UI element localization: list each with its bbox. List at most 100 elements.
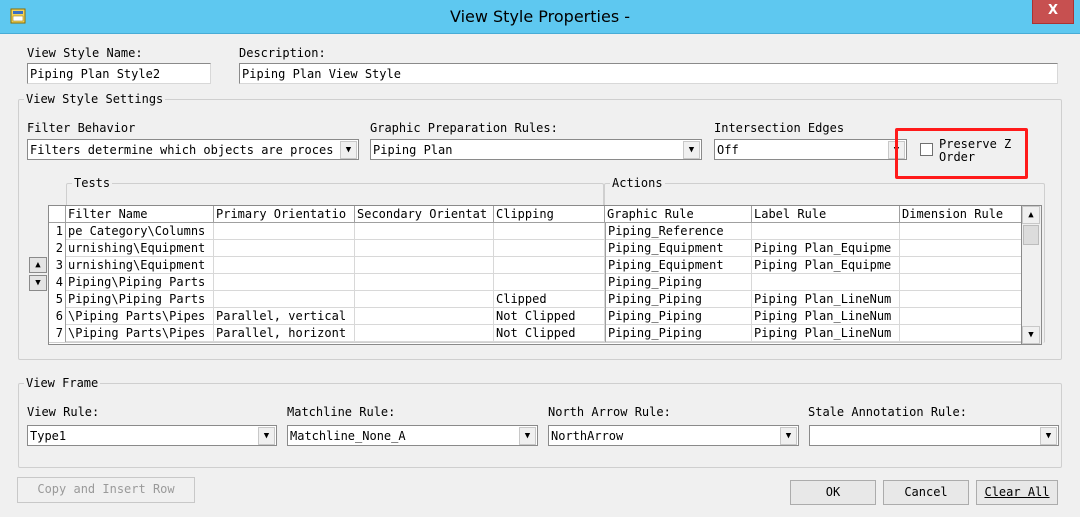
table-row[interactable]: 7 \Piping Parts\Pipes Parallel, horizont No… — [49, 325, 1021, 342]
cell-dimension-rule[interactable] — [900, 291, 1021, 308]
cell-primary-orientation[interactable] — [214, 291, 355, 308]
rules-grid[interactable]: Filter Name Primary Orientatio Secondary… — [48, 205, 1022, 345]
stale-annotation-rule-label: Stale Annotation Rule: — [808, 405, 967, 419]
cell-secondary-orientation[interactable] — [355, 240, 494, 257]
scroll-thumb[interactable] — [1023, 225, 1039, 245]
cell-primary-orientation[interactable] — [214, 274, 355, 291]
cell-primary-orientation[interactable] — [214, 257, 355, 274]
col-header-secondary-orientation[interactable]: Secondary Orientat — [355, 206, 494, 223]
cell-filter-name[interactable]: urnishing\Equipment — [66, 257, 214, 274]
cell-clipping[interactable]: Not Clipped — [494, 308, 605, 325]
cell-filter-name[interactable]: pe Category\Columns — [66, 223, 214, 240]
row-number[interactable]: 4 — [49, 274, 66, 291]
intersection-edges-dropdown[interactable]: Off ▼ — [714, 139, 907, 160]
table-row[interactable]: 3 urnishing\Equipment Piping_Equipment Pipi… — [49, 257, 1021, 274]
scroll-up-button[interactable]: ▲ — [1022, 206, 1040, 224]
cell-label-rule[interactable]: Piping Plan_Equipme — [752, 257, 900, 274]
view-style-name-field[interactable]: Piping Plan Style2 — [27, 63, 211, 84]
cell-filter-name[interactable]: \Piping Parts\Pipes — [66, 325, 214, 342]
cell-label-rule[interactable] — [752, 274, 900, 291]
table-row[interactable]: 5 Piping\Piping Parts Clipped Piping_Piping… — [49, 291, 1021, 308]
filter-behavior-value: Filters determine which objects are proc… — [30, 143, 334, 157]
col-header-dimension-rule[interactable]: Dimension Rule — [900, 206, 1021, 223]
cell-graphic-rule[interactable]: Piping_Piping — [605, 291, 752, 308]
cell-label-rule[interactable]: Piping Plan_Equipme — [752, 240, 900, 257]
grid-vertical-scrollbar[interactable]: ▲ ▼ — [1022, 205, 1042, 345]
cell-label-rule[interactable]: Piping Plan_LineNum — [752, 291, 900, 308]
scroll-down-button[interactable]: ▼ — [1022, 326, 1040, 344]
cell-secondary-orientation[interactable] — [355, 274, 494, 291]
cell-clipping[interactable]: Clipped — [494, 291, 605, 308]
cell-graphic-rule[interactable]: Piping_Reference — [605, 223, 752, 240]
cell-secondary-orientation[interactable] — [355, 257, 494, 274]
col-header-filter-name[interactable]: Filter Name — [66, 206, 214, 223]
cell-clipping[interactable] — [494, 240, 605, 257]
table-row[interactable]: 6 \Piping Parts\Pipes Parallel, vertical No… — [49, 308, 1021, 325]
cell-secondary-orientation[interactable] — [355, 291, 494, 308]
cell-filter-name[interactable]: Piping\Piping Parts — [66, 291, 214, 308]
view-rule-dropdown[interactable]: Type1 ▼ — [27, 425, 277, 446]
ok-button[interactable]: OK — [790, 480, 876, 505]
filter-behavior-dropdown[interactable]: Filters determine which objects are proc… — [27, 139, 359, 160]
cell-label-rule[interactable]: Piping Plan_LineNum — [752, 325, 900, 342]
cell-primary-orientation[interactable]: Parallel, horizont — [214, 325, 355, 342]
chevron-down-icon[interactable]: ▼ — [683, 141, 700, 159]
stale-annotation-rule-dropdown[interactable]: ▼ — [809, 425, 1059, 446]
cell-dimension-rule[interactable] — [900, 223, 1021, 240]
cell-secondary-orientation[interactable] — [355, 223, 494, 240]
row-number[interactable]: 6 — [49, 308, 66, 325]
cell-secondary-orientation[interactable] — [355, 325, 494, 342]
clear-all-button[interactable]: Clear All — [976, 480, 1058, 505]
cell-primary-orientation[interactable] — [214, 223, 355, 240]
cell-graphic-rule[interactable]: Piping_Piping — [605, 325, 752, 342]
cell-filter-name[interactable]: Piping\Piping Parts — [66, 274, 214, 291]
move-row-up-button[interactable]: ▲ — [29, 257, 47, 273]
cell-primary-orientation[interactable] — [214, 240, 355, 257]
row-number[interactable]: 5 — [49, 291, 66, 308]
col-header-label-rule[interactable]: Label Rule — [752, 206, 900, 223]
cell-primary-orientation[interactable]: Parallel, vertical — [214, 308, 355, 325]
col-header-primary-orientation[interactable]: Primary Orientatio — [214, 206, 355, 223]
cell-dimension-rule[interactable] — [900, 257, 1021, 274]
matchline-rule-dropdown[interactable]: Matchline_None_A ▼ — [287, 425, 538, 446]
description-field[interactable]: Piping Plan View Style — [239, 63, 1058, 84]
chevron-down-icon[interactable]: ▼ — [340, 141, 357, 159]
north-arrow-rule-dropdown[interactable]: NorthArrow ▼ — [548, 425, 799, 446]
chevron-down-icon[interactable]: ▼ — [1040, 427, 1057, 445]
cell-clipping[interactable] — [494, 274, 605, 291]
cell-label-rule[interactable]: Piping Plan_LineNum — [752, 308, 900, 325]
cell-clipping[interactable]: Not Clipped — [494, 325, 605, 342]
cell-graphic-rule[interactable]: Piping_Equipment — [605, 257, 752, 274]
copy-and-insert-row-button[interactable]: Copy and Insert Row — [17, 477, 195, 503]
table-row[interactable]: 2 urnishing\Equipment Piping_Equipment Pipi… — [49, 240, 1021, 257]
triangle-up-icon: ▲ — [35, 260, 41, 270]
cell-secondary-orientation[interactable] — [355, 308, 494, 325]
cell-filter-name[interactable]: urnishing\Equipment — [66, 240, 214, 257]
cell-clipping[interactable] — [494, 257, 605, 274]
chevron-down-icon[interactable]: ▼ — [519, 427, 536, 445]
chevron-down-icon[interactable]: ▼ — [780, 427, 797, 445]
cell-graphic-rule[interactable]: Piping_Piping — [605, 308, 752, 325]
cell-filter-name[interactable]: \Piping Parts\Pipes — [66, 308, 214, 325]
cell-dimension-rule[interactable] — [900, 308, 1021, 325]
cell-graphic-rule[interactable]: Piping_Piping — [605, 274, 752, 291]
row-number[interactable]: 2 — [49, 240, 66, 257]
cancel-button[interactable]: Cancel — [883, 480, 969, 505]
cell-dimension-rule[interactable] — [900, 274, 1021, 291]
table-row[interactable]: 4 Piping\Piping Parts Piping_Piping — [49, 274, 1021, 291]
col-header-graphic-rule[interactable]: Graphic Rule — [605, 206, 752, 223]
close-button[interactable]: X — [1032, 0, 1074, 24]
move-row-down-button[interactable]: ▼ — [29, 275, 47, 291]
col-header-clipping[interactable]: Clipping — [494, 206, 605, 223]
row-number[interactable]: 7 — [49, 325, 66, 342]
chevron-down-icon[interactable]: ▼ — [258, 427, 275, 445]
row-number[interactable]: 1 — [49, 223, 66, 240]
graphic-prep-dropdown[interactable]: Piping Plan ▼ — [370, 139, 702, 160]
cell-label-rule[interactable] — [752, 223, 900, 240]
table-row[interactable]: 1 pe Category\Columns Piping_Reference — [49, 223, 1021, 240]
cell-graphic-rule[interactable]: Piping_Equipment — [605, 240, 752, 257]
cell-clipping[interactable] — [494, 223, 605, 240]
cell-dimension-rule[interactable] — [900, 240, 1021, 257]
cell-dimension-rule[interactable] — [900, 325, 1021, 342]
row-number[interactable]: 3 — [49, 257, 66, 274]
